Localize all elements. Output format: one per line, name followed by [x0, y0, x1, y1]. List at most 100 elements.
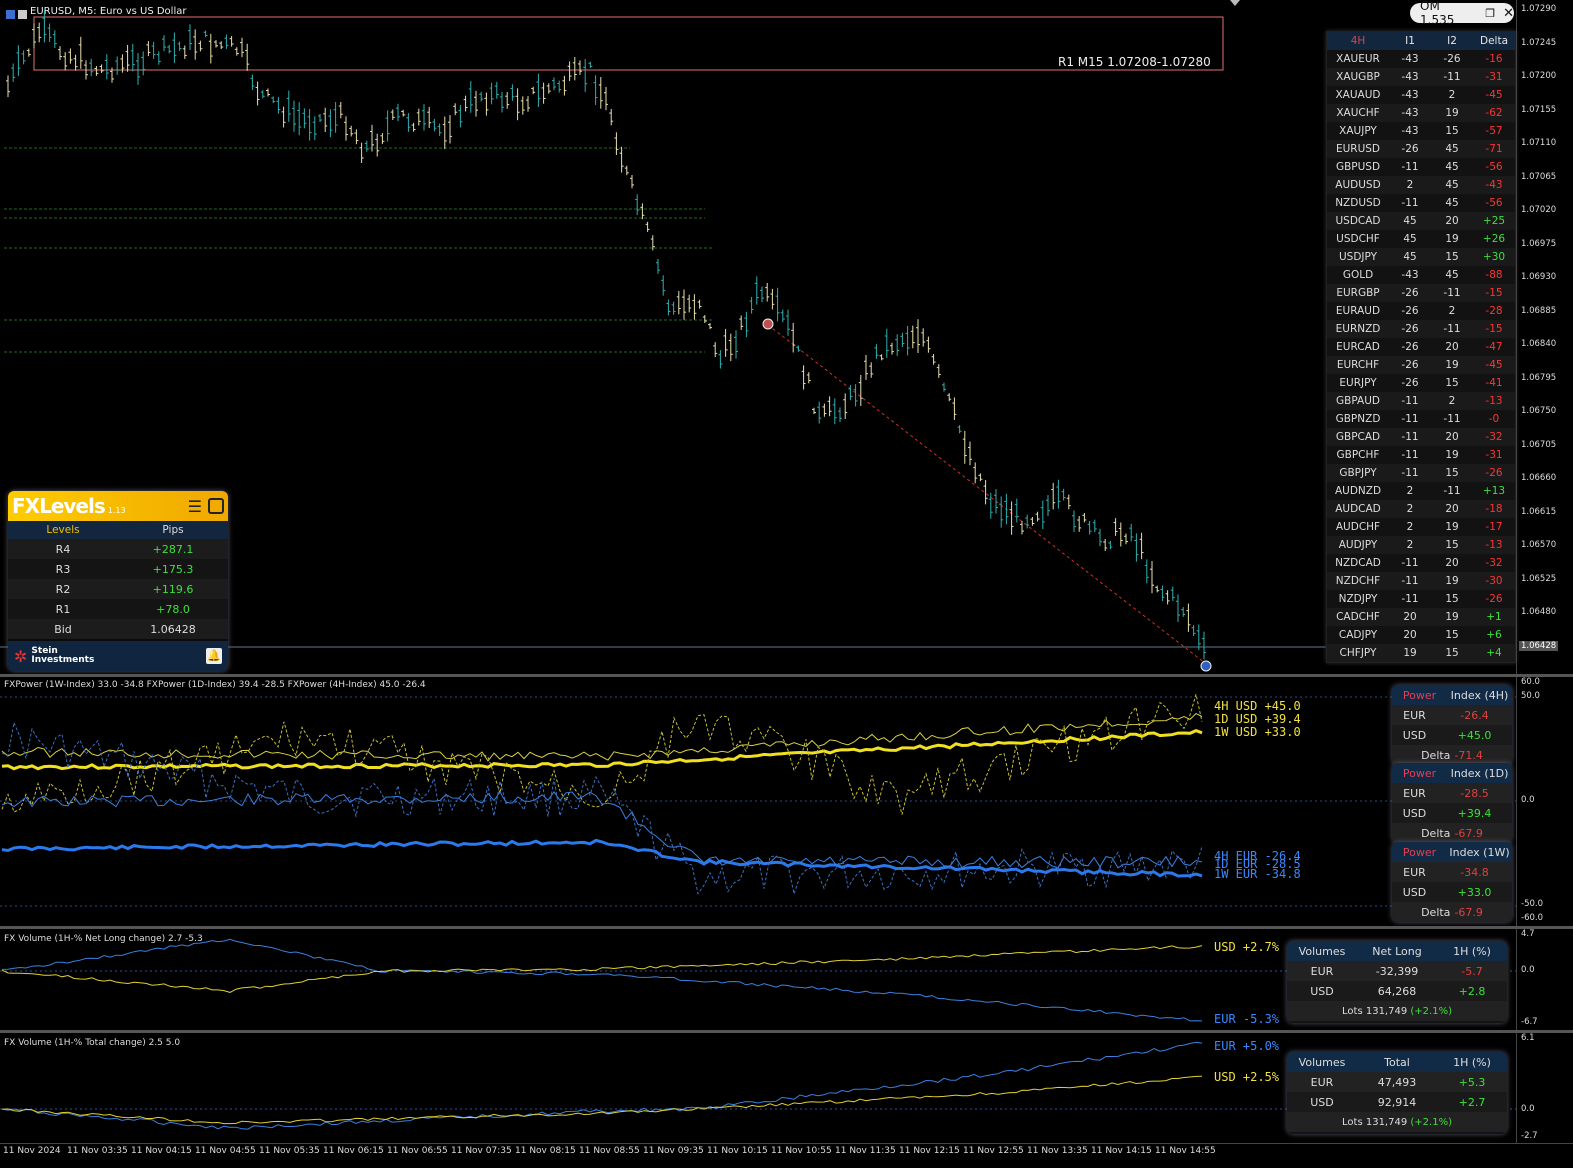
row-delta: -26 — [1485, 593, 1503, 605]
panel-usd-label: USD — [1402, 728, 1427, 742]
panel-delta-label: Delta — [1421, 826, 1451, 840]
row-i1: -26 — [1401, 323, 1419, 335]
vol-net-usd-legend: USD +2.7% — [1214, 940, 1280, 954]
panel-h2: Index (4H) — [1450, 688, 1509, 702]
correlation-row: USDJPY 45 15 +30 — [1327, 248, 1515, 266]
price-tick: 1.06975 — [1521, 238, 1557, 249]
price-tick: 1.06570 — [1521, 540, 1557, 550]
eur-1w-line — [1, 838, 1203, 878]
panel-h1[interactable]: Power — [1392, 689, 1447, 702]
row-i2: 19 — [1445, 359, 1459, 371]
vol-net-row-usd: USD 64,268 +2.8 — [1287, 981, 1507, 1001]
correlation-row: NZDCHF -11 19 -30 — [1327, 572, 1515, 590]
header-timeframe[interactable]: 4H — [1327, 35, 1389, 47]
row-i1: 20 — [1403, 611, 1417, 623]
row-i1: -11 — [1401, 413, 1419, 425]
row-symbol: AUDJPY — [1338, 539, 1378, 551]
panel-eur-label: EUR — [1403, 786, 1426, 800]
vol-net-axis[interactable]: 4.7 0.0 -6.7 — [1516, 929, 1573, 1030]
vol-total-h3: 1H (%) — [1453, 1055, 1491, 1069]
row-delta: +26 — [1482, 233, 1506, 245]
time-tick: 11 Nov 10:55 — [771, 1146, 832, 1156]
menu-icon[interactable]: ☰ — [188, 497, 202, 516]
vol-net-lots-text: Lots 131,749 — [1342, 1005, 1408, 1017]
price-tick: 1.07065 — [1521, 171, 1557, 182]
row-i1: -43 — [1401, 71, 1419, 83]
trade-marker-icon[interactable] — [1200, 660, 1212, 672]
row-i1: 2 — [1406, 503, 1414, 515]
fxpower-axis[interactable]: 60.0 50.0 0.0 -50.0 -60.0 — [1516, 677, 1573, 926]
vol-total-row-eur: EUR 47,493 +5.3 — [1287, 1072, 1507, 1092]
row-symbol: CADJPY — [1338, 629, 1378, 641]
time-tick: 11 Nov 08:15 — [515, 1146, 576, 1156]
row-delta: -41 — [1485, 377, 1503, 389]
row-i1: -26 — [1401, 377, 1419, 389]
correlation-row: NZDJPY -11 15 -26 — [1327, 590, 1515, 608]
row-i1: -43 — [1401, 53, 1419, 65]
panel-h1[interactable]: Power — [1392, 846, 1447, 859]
row-i2: 19 — [1445, 611, 1459, 623]
alert-bell-icon[interactable]: 🔔 — [206, 648, 222, 664]
time-tick: 11 Nov 06:55 — [387, 1146, 448, 1156]
fxlevels-row: R4 +287.1 — [8, 539, 228, 559]
vol-total-usd-legend: USD +2.5% — [1214, 1070, 1280, 1084]
row-delta: +1 — [1486, 611, 1502, 623]
panel-h1[interactable]: Power — [1392, 767, 1447, 780]
row-delta: -28 — [1485, 305, 1503, 317]
correlation-row: EURAUD -26 2 -28 — [1327, 302, 1515, 320]
panel-h2: Index (1D) — [1450, 766, 1509, 780]
correlation-row: EURUSD -26 45 -71 — [1327, 140, 1515, 158]
row-i1: -43 — [1401, 107, 1419, 119]
correlation-row: AUDCHF 2 19 -17 — [1327, 518, 1515, 536]
price-chart[interactable] — [0, 0, 1520, 674]
vol-net-h3: 1H (%) — [1453, 944, 1491, 958]
vol-net-tick: 4.7 — [1521, 929, 1535, 939]
correlation-row: GBPNZD -11 -11 -0 — [1327, 410, 1515, 428]
vol-total-eur-val: 47,493 — [1377, 1075, 1417, 1089]
vol-net-h2: Net Long — [1372, 944, 1422, 958]
time-tick: 11 Nov 03:35 — [67, 1146, 128, 1156]
fxpower-usd-legend: 4H USD +45.0 1D USD +39.4 1W USD +33.0 — [1214, 700, 1301, 739]
row-i1: 19 — [1403, 647, 1417, 659]
fxlevels-logo: FXLevels — [12, 494, 106, 518]
row-delta: -45 — [1485, 89, 1503, 101]
row-delta: -31 — [1485, 71, 1503, 83]
time-tick: 11 Nov 04:55 — [195, 1146, 256, 1156]
fxlevels-panel: FXLevels 1.13 ☰ Levels Pips R4 +287.1 R3 +1… — [8, 491, 228, 671]
row-i1: 45 — [1403, 233, 1417, 245]
vol-net-h1: Volumes — [1298, 944, 1346, 958]
panel-usd-val: +45.0 — [1457, 728, 1492, 742]
usd-1w-line — [1, 728, 1203, 771]
power-tick: 0.0 — [1521, 795, 1535, 805]
vol-total-eur-pct: +5.3 — [1458, 1075, 1486, 1089]
correlation-row: EURGBP -26 -11 -15 — [1327, 284, 1515, 302]
price-tick: 1.06750 — [1521, 406, 1557, 416]
row-i2: 15 — [1445, 125, 1459, 137]
vol-net-lots-pct: (+2.1%) — [1410, 1005, 1452, 1017]
row-i2: 45 — [1445, 161, 1459, 173]
panel-eur-val: -34.8 — [1460, 865, 1489, 879]
row-symbol: NZDUSD — [1335, 197, 1381, 209]
row-i2: 15 — [1445, 539, 1459, 551]
trade-marker-icon[interactable] — [762, 318, 774, 330]
vol-total-h2: Total — [1384, 1055, 1410, 1069]
price-axis[interactable]: 1.07290 1.07245 1.07200 1.07155 1.07110 1.070… — [1516, 0, 1573, 674]
row-symbol: XAUCHF — [1336, 107, 1380, 119]
fxlevels-pips: +287.1 — [152, 542, 194, 556]
stein-logo-icon: ✲ — [14, 646, 28, 666]
row-symbol: GBPCHF — [1336, 449, 1380, 461]
fxpower-panel-header: Power Index (1W) — [1392, 842, 1512, 862]
fxlevels-footer: ✲ Stein Investments 🔔 — [8, 641, 228, 671]
vol-total-axis[interactable]: 6.1 0.0 -2.7 — [1516, 1033, 1573, 1143]
time-axis[interactable]: 11 Nov 2024 11 Nov 03:35 11 Nov 04:15 11 No… — [0, 1143, 1573, 1168]
chart-shift-icon[interactable] — [1230, 0, 1240, 6]
fxpower-panel-2: Power Index (1W) EUR -34.8 USD +33.0 Delta -67.… — [1392, 842, 1512, 922]
row-symbol: GBPUSD — [1335, 161, 1381, 173]
vol-net-tick: 0.0 — [1521, 965, 1535, 975]
legend-eur-1w: 1W EUR -34.8 — [1214, 867, 1301, 881]
correlation-row: USDCAD 45 20 +25 — [1327, 212, 1515, 230]
price-tick: 1.07020 — [1521, 205, 1557, 215]
panel-icon[interactable] — [208, 498, 224, 514]
row-i1: -11 — [1401, 575, 1419, 587]
row-delta: -43 — [1485, 179, 1503, 191]
